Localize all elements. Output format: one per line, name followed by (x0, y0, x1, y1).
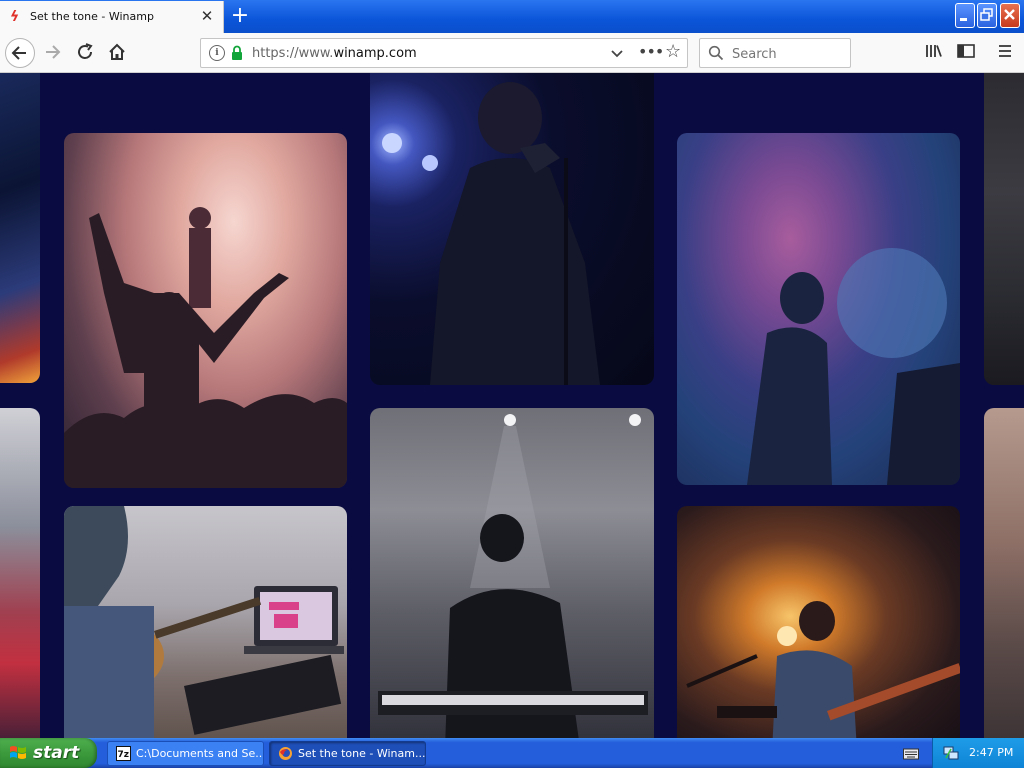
keyboard-scene (378, 414, 648, 738)
singer-silhouette (382, 82, 600, 385)
arrow-right-icon (46, 45, 61, 59)
browser-tab[interactable]: ϟ Set the tone - Winamp ✕ (0, 1, 224, 33)
restore-icon (980, 8, 993, 21)
crowd-silhouette (64, 207, 347, 488)
firefox-icon (279, 747, 292, 760)
taskbar-item-firefox[interactable]: Set the tone - Winam... (269, 741, 426, 766)
edge-photo-right-top (984, 73, 1024, 385)
edge-photo-right-bottom (984, 408, 1024, 738)
address-bar[interactable]: i https://www.winamp.com ••• ☆ (200, 38, 688, 68)
performer-silhouette (747, 248, 960, 485)
minimize-icon (960, 18, 967, 21)
reload-icon (78, 43, 93, 59)
windows-flag-icon (10, 746, 26, 759)
clock[interactable]: 2:47 PM (969, 738, 1013, 768)
guitar-laptop-scene (64, 506, 344, 738)
site-info-icon[interactable]: i (209, 45, 225, 61)
svg-text:7z: 7z (118, 750, 130, 760)
taskbar-item-7zip[interactable]: 7z C:\Documents and Se... (107, 741, 264, 766)
close-icon (1004, 9, 1015, 20)
navigation-toolbar: i https://www.winamp.com ••• ☆ (0, 33, 1024, 73)
library-icon[interactable] (922, 40, 946, 64)
restore-window-button[interactable] (977, 3, 997, 28)
winamp-page-content (0, 73, 1024, 738)
tab-title: Set the tone - Winamp (30, 10, 154, 23)
back-button[interactable] (5, 38, 35, 68)
taskbar: start 7z C:\Documents and Se... Set the … (0, 738, 1024, 768)
start-label: start (33, 743, 80, 763)
keyboard-player-photo (370, 408, 654, 738)
bookmark-star-icon[interactable]: ☆ (665, 41, 681, 62)
lock-icon[interactable] (231, 45, 243, 61)
singer-microphone-photo (370, 73, 654, 385)
winamp-favicon-icon: ϟ (10, 9, 20, 25)
guitarist-silhouette (686, 601, 960, 738)
edge-photo-left-bottom (0, 408, 40, 738)
sidebar-toggle-icon[interactable] (954, 40, 978, 64)
close-tab-icon[interactable]: ✕ (199, 7, 215, 25)
home-icon (109, 43, 125, 60)
edge-photo-left-top (0, 73, 40, 383)
concert-crowd-photo (64, 133, 347, 488)
close-window-button[interactable] (1000, 3, 1020, 28)
network-icon[interactable] (943, 745, 959, 761)
smoke-performer-photo (677, 133, 960, 485)
guitarist-stage-photo (677, 506, 960, 738)
minimize-window-button[interactable] (955, 3, 975, 28)
taskbar-item-label: Set the tone - Winam... (298, 747, 426, 760)
keyboard-layout-icon[interactable] (903, 746, 919, 760)
url-prefix: https://www. (252, 46, 334, 61)
page-actions-icon[interactable]: ••• (638, 42, 664, 61)
search-box[interactable] (699, 38, 851, 68)
reload-button[interactable] (70, 38, 100, 68)
chevron-down-icon[interactable] (609, 42, 625, 68)
arrow-left-icon (11, 46, 26, 60)
title-tab-bar: ϟ Set the tone - Winamp ✕ + (0, 0, 1024, 33)
new-tab-icon[interactable]: + (229, 4, 251, 28)
guitar-laptop-photo (64, 506, 347, 738)
hamburger-menu-icon[interactable] (993, 40, 1017, 64)
7zip-icon: 7z (116, 746, 131, 761)
url-text[interactable]: https://www.winamp.com (252, 46, 417, 61)
taskbar-item-label: C:\Documents and Se... (136, 747, 264, 760)
url-domain: winamp.com (333, 46, 417, 61)
search-input[interactable] (730, 44, 844, 64)
start-button[interactable]: start (0, 738, 97, 768)
search-icon (708, 45, 724, 61)
forward-button[interactable] (38, 38, 68, 68)
system-tray: 2:47 PM (932, 738, 1024, 768)
home-button[interactable] (102, 38, 132, 68)
